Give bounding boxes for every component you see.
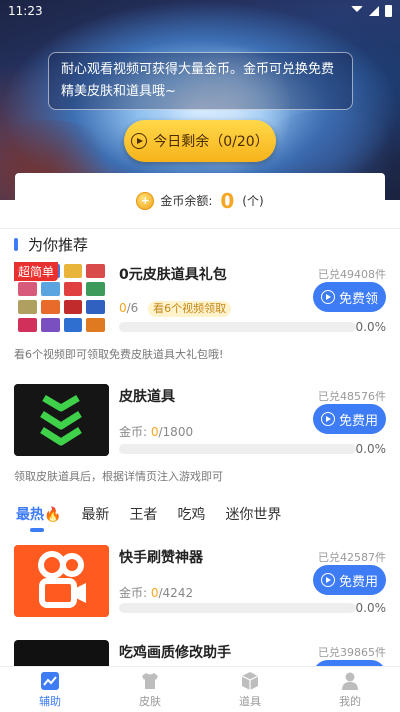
coin-balance: + 金币余额: 0 (个) bbox=[15, 173, 385, 228]
nav-label: 我的 bbox=[339, 694, 361, 708]
watch-badge: 看6个视频领取 bbox=[148, 301, 232, 317]
coins-label: 金币: bbox=[119, 425, 151, 439]
box-icon bbox=[241, 671, 259, 690]
play-icon bbox=[320, 290, 335, 304]
tab-active-indicator bbox=[30, 528, 44, 532]
kuaishou-logo-icon bbox=[14, 545, 109, 617]
progress-total: /6 bbox=[126, 301, 139, 315]
shirt-icon bbox=[142, 672, 158, 689]
coins-total: /4242 bbox=[158, 586, 194, 600]
signal-icon bbox=[369, 6, 379, 16]
balance-unit: (个) bbox=[242, 194, 264, 208]
user-icon bbox=[342, 672, 358, 690]
nav-props[interactable]: 道具 bbox=[200, 667, 300, 712]
progress-percent: 0.0% bbox=[355, 442, 387, 456]
tab-pubg[interactable]: 吃鸡 bbox=[177, 504, 205, 524]
progress-bar bbox=[119, 444, 356, 454]
free-claim-button[interactable]: 免费领 bbox=[313, 282, 386, 312]
item-title: 吃鸡画质修改助手 bbox=[119, 645, 231, 661]
coins-total: /1800 bbox=[158, 425, 194, 439]
tab-new[interactable]: 最新 bbox=[81, 504, 109, 524]
kuaishou-thumbnail bbox=[14, 545, 109, 617]
skin-thumbnail bbox=[14, 384, 109, 456]
item-title: 0元皮肤道具礼包 bbox=[119, 267, 227, 283]
nav-skins[interactable]: 皮肤 bbox=[100, 667, 200, 712]
button-label: 免费用 bbox=[338, 574, 378, 590]
button-label: 免费领 bbox=[338, 291, 378, 307]
chevron-rank-icon bbox=[14, 384, 109, 456]
progress-bar bbox=[119, 322, 356, 332]
free-use-button[interactable]: 免费用 bbox=[313, 404, 386, 434]
progress-percent: 0.0% bbox=[355, 320, 387, 334]
progress-current: 0 bbox=[119, 301, 127, 315]
section-title-text: 为你推荐 bbox=[28, 236, 89, 254]
nav-profile[interactable]: 我的 bbox=[300, 667, 400, 712]
balance-label: 金币余额: bbox=[160, 194, 213, 208]
item-description: 领取皮肤道具后，根据详情页注入游戏即可 bbox=[14, 470, 223, 483]
wifi-icon bbox=[351, 6, 363, 16]
balance-amount: 0 bbox=[220, 188, 235, 213]
list-item[interactable]: 吃鸡画质修改助手 已兑39865件 bbox=[14, 640, 386, 666]
coin-progress-text: 金币: 0/4242 bbox=[119, 584, 193, 601]
nav-label: 道具 bbox=[239, 694, 261, 708]
list-item[interactable]: 皮肤道具 已兑48576件 金币: 0/1800 免费用 0.0% 领取皮肤道具… bbox=[14, 384, 386, 484]
section-accent-bar bbox=[14, 238, 18, 251]
battery-icon bbox=[385, 5, 392, 17]
free-use-button[interactable]: 免费用 bbox=[313, 565, 386, 595]
divider bbox=[0, 228, 400, 229]
redeemed-count: 已兑49408件 bbox=[318, 268, 386, 281]
tab-honor-of-kings[interactable]: 王者 bbox=[129, 504, 157, 524]
ribbon-badge: 超简单 bbox=[14, 262, 59, 281]
nav-label: 辅助 bbox=[39, 694, 61, 708]
play-icon bbox=[131, 133, 148, 149]
redeemed-count: 已兑42587件 bbox=[318, 551, 386, 564]
coins-label: 金币: bbox=[119, 586, 151, 600]
coin-progress-text: 金币: 0/1800 bbox=[119, 423, 193, 440]
item-title: 皮肤道具 bbox=[119, 389, 175, 405]
coins-current: 0 bbox=[150, 425, 159, 439]
redeemed-count: 已兑48576件 bbox=[318, 390, 386, 403]
coin-icon: + bbox=[136, 191, 155, 210]
play-icon bbox=[320, 573, 335, 587]
pubg-thumbnail bbox=[14, 640, 109, 666]
button-label: 免费用 bbox=[338, 413, 378, 429]
item-title: 快手刷赞神器 bbox=[119, 550, 203, 566]
nav-label: 皮肤 bbox=[139, 694, 161, 708]
nav-assist[interactable]: 辅助 bbox=[0, 667, 100, 712]
section-title: 为你推荐 bbox=[14, 234, 88, 255]
list-item[interactable]: 超简单 0元皮肤道具礼包 已兑49408件 0/6 看6个视频领取 免费领 0.… bbox=[14, 262, 386, 362]
remaining-views-button[interactable]: 今日剩余（0/20） bbox=[124, 120, 276, 162]
hero-notice: 耐心观看视频可获得大量金币。金币可兑换免费精美皮肤和道具哦~ bbox=[48, 52, 353, 110]
tab-mini-world[interactable]: 迷你世界 bbox=[225, 504, 281, 524]
category-tabs: 最热🔥 最新 王者 吃鸡 迷你世界 bbox=[16, 504, 301, 524]
status-time: 11:23 bbox=[8, 4, 43, 18]
progress-percent: 0.0% bbox=[355, 601, 387, 615]
status-bar: 11:23 bbox=[0, 0, 400, 22]
coins-current: 0 bbox=[150, 586, 159, 600]
list-item[interactable]: 快手刷赞神器 已兑42587件 金币: 0/4242 免费用 0.0% bbox=[14, 545, 386, 625]
tab-hot[interactable]: 最热🔥 bbox=[16, 504, 61, 524]
video-progress-text: 0/6 看6个视频领取 bbox=[119, 301, 232, 317]
chart-icon bbox=[41, 671, 59, 690]
item-description: 看6个视频即可领取免费皮肤道具大礼包哦! bbox=[14, 348, 224, 361]
redeemed-count: 已兑39865件 bbox=[318, 646, 386, 659]
bottom-navigation: 辅助 皮肤 道具 我的 bbox=[0, 666, 400, 712]
progress-bar bbox=[119, 603, 356, 613]
remaining-views-label: 今日剩余（0/20） bbox=[153, 134, 269, 150]
play-icon bbox=[320, 412, 335, 426]
